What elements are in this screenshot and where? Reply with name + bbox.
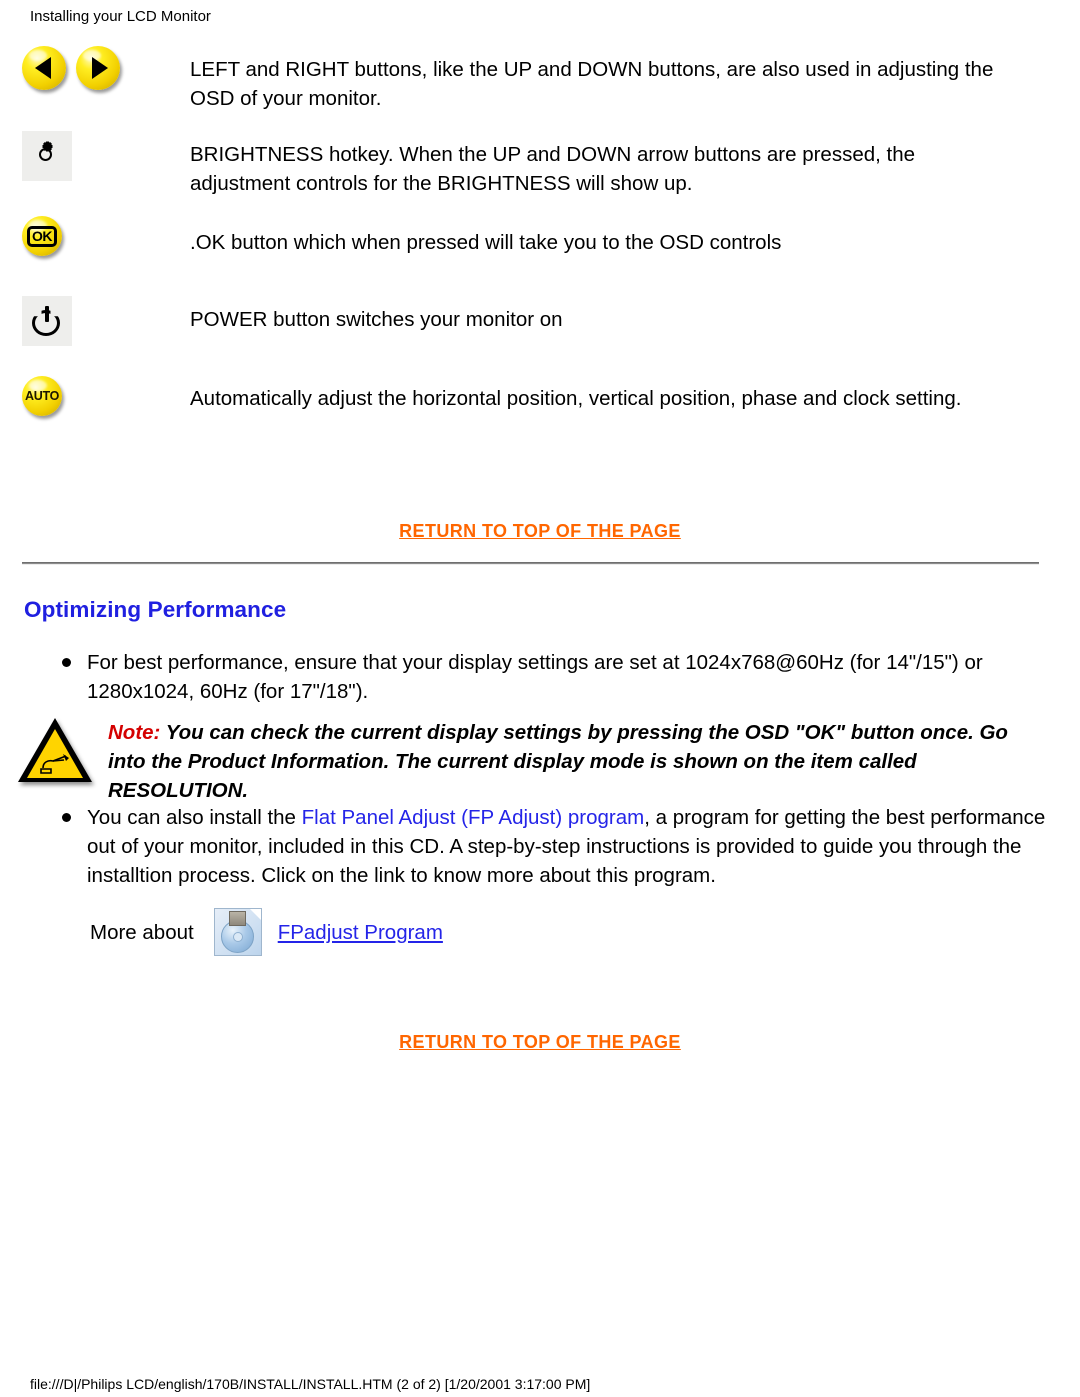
- return-to-top-link-1[interactable]: RETURN TO TOP OF THE PAGE: [0, 521, 1080, 542]
- brightness-icon[interactable]: [22, 131, 72, 181]
- auto-button-label: AUTO: [25, 389, 59, 403]
- button-row-text: BRIGHTNESS hotkey. When the UP and DOWN …: [190, 143, 916, 195]
- ok-button-icon[interactable]: OK: [22, 216, 62, 256]
- button-row-auto: AUTO Automatically adjust the horizontal…: [0, 376, 1080, 456]
- return-to-top-link-2[interactable]: RETURN TO TOP OF THE PAGE: [0, 1032, 1080, 1053]
- fpadjust-program-link[interactable]: FPadjust Program: [278, 918, 443, 947]
- button-row-text: LEFT and RIGHT buttons, like the UP and …: [190, 58, 994, 110]
- ok-button-label: OK: [27, 225, 57, 247]
- button-row-brightness: BRIGHTNESS hotkey. When the UP and DOWN …: [0, 131, 1080, 216]
- more-about-row: More about FPadjust Program: [90, 908, 443, 956]
- bullet-item-fp-adjust: You can also install the Flat Panel Adju…: [62, 803, 1052, 890]
- button-row-power: POWER button switches your monitor on: [0, 296, 1080, 376]
- page-header-title: Installing your LCD Monitor: [30, 8, 211, 25]
- row-icon-cell: OK: [0, 216, 190, 256]
- button-row-text: .OK button which when pressed will take …: [190, 231, 782, 254]
- bullet-text-before: You can also install the: [87, 806, 302, 829]
- bullet-dot-icon: [62, 658, 71, 667]
- button-row-text: Automatically adjust the horizontal posi…: [190, 387, 962, 410]
- bullet-dot-icon: [62, 813, 71, 822]
- power-icon[interactable]: [22, 296, 72, 346]
- note-label: Note:: [108, 721, 161, 744]
- button-description-list: LEFT and RIGHT buttons, like the UP and …: [0, 46, 1080, 456]
- button-row-left-right: LEFT and RIGHT buttons, like the UP and …: [0, 46, 1080, 131]
- warning-triangle-icon: [18, 718, 92, 784]
- note-body: You can check the current display settin…: [108, 721, 1008, 802]
- flat-panel-adjust-link[interactable]: Flat Panel Adjust (FP Adjust) program: [302, 806, 645, 829]
- note-text-block: Note: You can check the current display …: [108, 716, 1038, 805]
- button-row-text: POWER button switches your monitor on: [190, 308, 563, 331]
- note-block: Note: You can check the current display …: [18, 716, 1038, 805]
- left-right-arrow-buttons: [22, 46, 120, 90]
- footer-file-path: file:///D|/Philips LCD/english/170B/INST…: [30, 1376, 591, 1392]
- row-icon-cell: AUTO: [0, 376, 190, 416]
- row-icon-cell: [0, 131, 190, 181]
- bullet-text: For best performance, ensure that your d…: [87, 651, 983, 703]
- more-about-label: More about: [90, 920, 194, 944]
- row-icon-cell: [0, 296, 190, 346]
- power-glyph: [32, 306, 62, 336]
- hand-glyph: [40, 754, 69, 774]
- bullet-item-display-settings: For best performance, ensure that your d…: [62, 648, 1042, 706]
- sun-glyph: [30, 139, 64, 173]
- return-to-top-link-2-wrap: RETURN TO TOP OF THE PAGE: [0, 1032, 1080, 1053]
- auto-button-icon[interactable]: AUTO: [22, 376, 62, 416]
- cd-disk-icon[interactable]: [213, 908, 262, 956]
- bullet-text: You can also install the Flat Panel Adju…: [87, 803, 1052, 890]
- row-icon-cell: [0, 46, 190, 90]
- left-arrow-icon[interactable]: [22, 46, 66, 90]
- right-arrow-icon[interactable]: [76, 46, 120, 90]
- section-divider: [22, 562, 1039, 565]
- button-row-ok: OK .OK button which when pressed will ta…: [0, 216, 1080, 296]
- section-title-optimizing-performance: Optimizing Performance: [24, 597, 287, 622]
- return-to-top-link-1-wrap: RETURN TO TOP OF THE PAGE: [0, 521, 1080, 542]
